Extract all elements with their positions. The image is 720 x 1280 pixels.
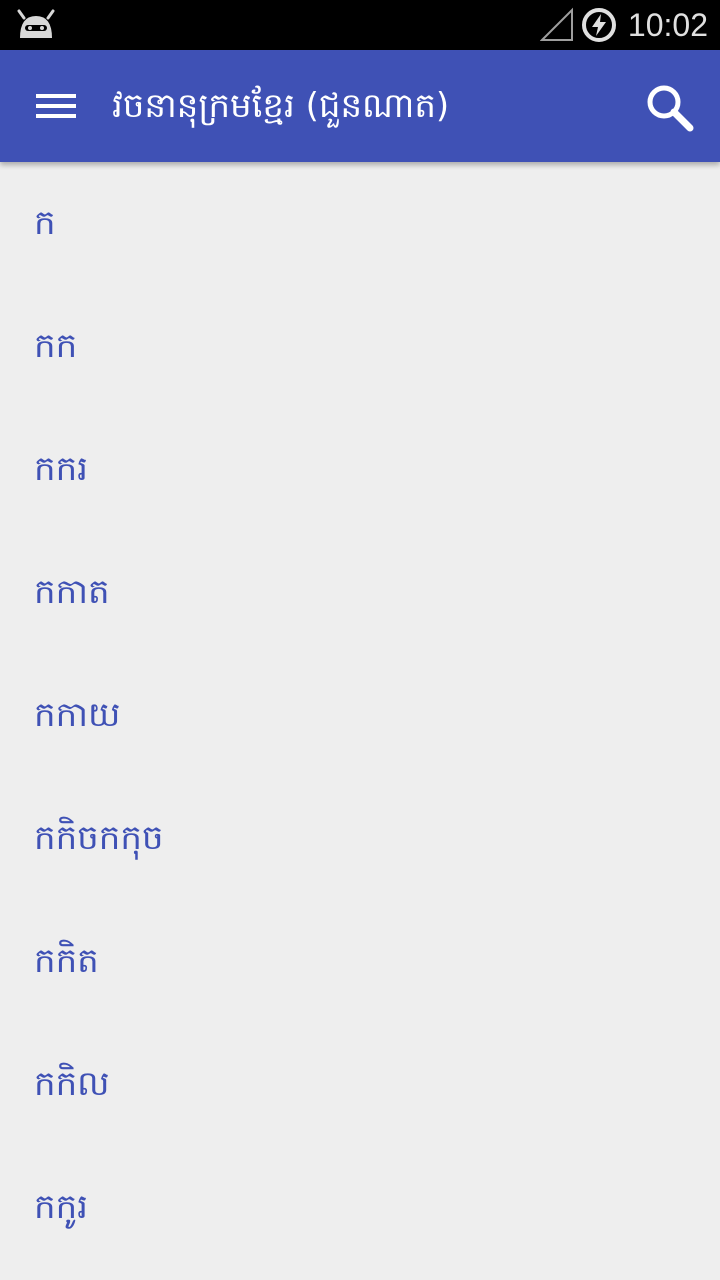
status-bar: 10:02 — [0, 0, 720, 50]
signal-icon — [540, 7, 573, 41]
battery-charging-icon — [582, 8, 616, 42]
list-item[interactable]: កកូរ — [0, 1146, 720, 1269]
menu-icon[interactable] — [28, 86, 84, 126]
list-item[interactable]: កកាយ — [0, 654, 720, 777]
list-item[interactable]: ក — [0, 162, 720, 285]
app-bar: វចនានុក្រមខ្មែរ (ជួនណាត) — [0, 50, 720, 162]
android-icon — [17, 9, 55, 38]
list-item[interactable]: កកិត — [0, 900, 720, 1023]
page-title: វចនានុក្រមខ្មែរ (ជួនណាត) — [112, 86, 450, 126]
list-item[interactable]: កកាត — [0, 531, 720, 654]
list-item[interactable]: កកិល — [0, 1023, 720, 1146]
list-item[interactable]: កកិចកកុច — [0, 777, 720, 900]
word-list: ក កក កករ កកាត កកាយ កកិចកកុច កកិត កកិល កក… — [0, 162, 720, 1280]
list-item[interactable]: កក — [0, 285, 720, 408]
search-icon[interactable] — [640, 78, 700, 138]
clock: 10:02 — [627, 7, 708, 43]
list-item[interactable]: កករ — [0, 408, 720, 531]
